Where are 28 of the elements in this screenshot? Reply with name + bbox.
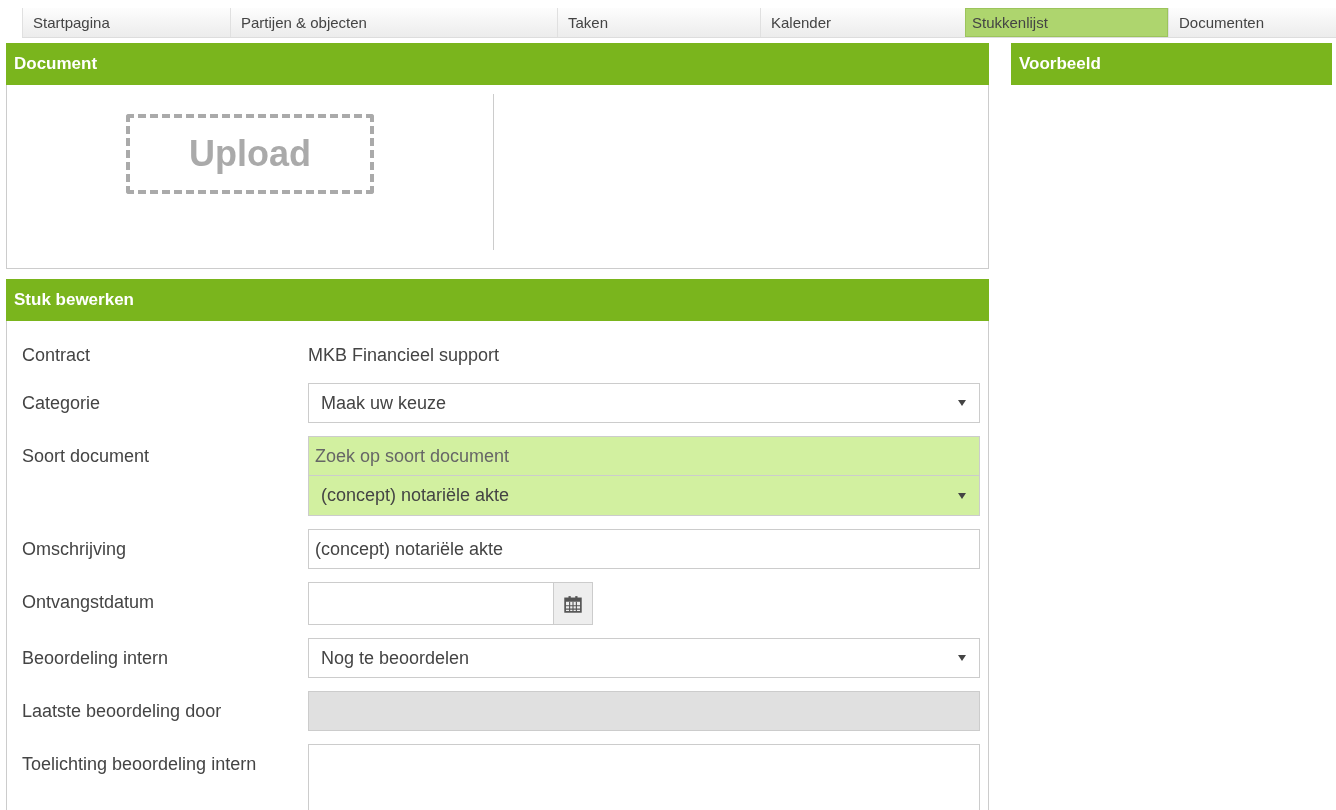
nav-tab[interactable]: Partijen & objecten	[230, 8, 557, 37]
field-label: Toelichting beoordeling intern	[22, 753, 258, 776]
calendar-button[interactable]	[554, 582, 593, 625]
calendar-icon	[564, 594, 582, 613]
dropdown[interactable]: Maak uw keuze	[308, 383, 980, 423]
date-field[interactable]	[308, 582, 554, 625]
panel-header: Document	[6, 43, 989, 85]
caret-icon	[957, 654, 967, 662]
nav-tab[interactable]: Documenten	[1168, 8, 1336, 37]
panel-header: Voorbeeld	[1011, 43, 1332, 85]
field-label: Omschrijving	[22, 538, 128, 561]
nav-tab[interactable]: Stukkenlijst	[965, 8, 1168, 37]
field-label: Soort document	[22, 445, 151, 468]
field-label: Contract	[22, 344, 92, 367]
caret-icon	[957, 399, 967, 407]
search-field[interactable]: Zoek op soort document	[308, 436, 980, 476]
field-label: Ontvangstdatum	[22, 591, 156, 614]
field-label: Beoordeling intern	[22, 647, 170, 670]
nav-tab[interactable]: Startpagina	[22, 8, 230, 37]
caret-icon	[957, 491, 967, 500]
nav-tab[interactable]: Taken	[557, 8, 760, 37]
dropdown[interactable]: (concept) notariële akte	[308, 476, 980, 516]
panel-header: Stuk bewerken	[6, 279, 989, 321]
input-field[interactable]: (concept) notariële akte	[308, 529, 980, 569]
dropdown[interactable]: Nog te beoordelen	[308, 638, 980, 678]
field-value: MKB Financieel support	[308, 344, 501, 367]
field-label: Laatste beoordeling door	[22, 700, 223, 723]
field-label: Categorie	[22, 392, 102, 415]
